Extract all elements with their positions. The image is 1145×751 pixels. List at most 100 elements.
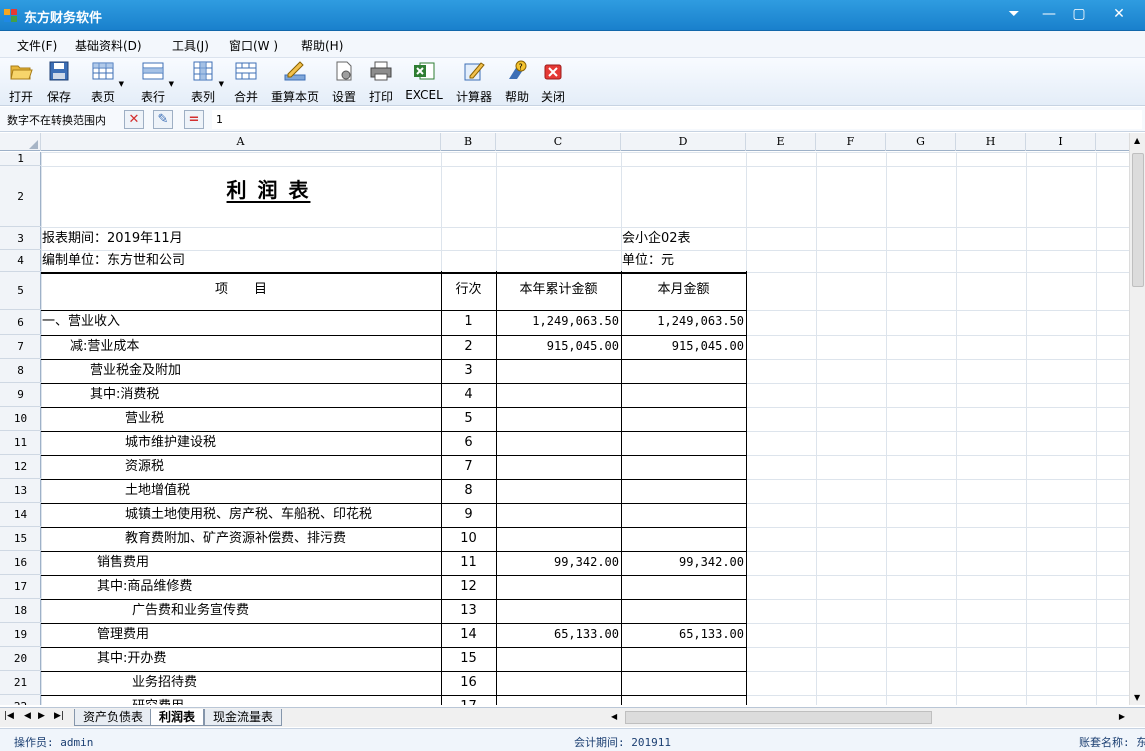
line-number-cell[interactable]: 10 (441, 527, 496, 551)
row-header[interactable]: 5 (0, 272, 41, 310)
prev-sheet-icon[interactable]: ◀ (24, 711, 31, 721)
month-amount-cell[interactable] (621, 647, 744, 671)
month-amount-cell[interactable]: 915,045.00 (621, 335, 744, 359)
vertical-scrollbar[interactable]: ▲ ▼ (1129, 133, 1145, 705)
row-header[interactable]: 17 (0, 575, 41, 599)
close-window-button[interactable]: ✕ (1103, 5, 1135, 25)
ytd-amount-cell[interactable]: 99,342.00 (496, 551, 619, 575)
row-header[interactable]: 6 (0, 310, 41, 335)
vertical-scroll-thumb[interactable] (1132, 153, 1144, 287)
column-header-c[interactable]: C (496, 133, 621, 151)
item-cell[interactable]: 营业税金及附加 (90, 359, 181, 383)
item-cell[interactable]: 城镇土地使用税、房产税、车船税、印花税 (125, 503, 372, 527)
scroll-down-icon[interactable]: ▼ (1134, 693, 1140, 702)
tab-cash-flow[interactable]: 现金流量表 (204, 709, 283, 726)
menu-file[interactable]: 文件(F) (17, 37, 57, 54)
calculator-button[interactable]: 计算器 (454, 60, 494, 104)
cancel-edit-icon[interactable]: ✕ (124, 110, 144, 129)
menu-window[interactable]: 窗口(W ) (229, 37, 278, 54)
line-number-cell[interactable]: 17 (441, 695, 496, 705)
tab-income-statement[interactable]: 利润表 (150, 709, 205, 726)
help-button[interactable]: ? 帮助 (503, 60, 531, 104)
scroll-left-icon[interactable]: ◀ (611, 712, 617, 721)
line-number-cell[interactable]: 2 (441, 335, 496, 359)
line-number-cell[interactable]: 15 (441, 647, 496, 671)
horizontal-scroll-thumb[interactable] (625, 711, 932, 724)
ytd-amount-cell[interactable] (496, 599, 619, 623)
print-button[interactable]: 打印 (367, 60, 395, 104)
row-header[interactable]: 18 (0, 599, 41, 623)
ytd-amount-cell[interactable]: 915,045.00 (496, 335, 619, 359)
column-header-e[interactable]: E (746, 133, 816, 151)
row-header[interactable]: 15 (0, 527, 41, 551)
line-number-cell[interactable]: 14 (441, 623, 496, 647)
column-header-i[interactable]: I (1026, 133, 1096, 151)
item-cell[interactable]: 减:营业成本 (70, 335, 139, 359)
item-cell[interactable]: 城市维护建设税 (125, 431, 216, 455)
month-amount-cell[interactable]: 65,133.00 (621, 623, 744, 647)
recalculate-page-button[interactable]: 重算本页 (270, 60, 320, 104)
month-amount-cell[interactable] (621, 407, 744, 431)
line-number-cell[interactable]: 12 (441, 575, 496, 599)
line-number-cell[interactable]: 9 (441, 503, 496, 527)
item-cell[interactable]: 其中:商品维修费 (97, 575, 192, 599)
row-header[interactable]: 19 (0, 623, 41, 647)
table-column-button[interactable]: 表列 ▼ (186, 60, 224, 104)
close-button[interactable]: 关闭 (539, 60, 567, 104)
ytd-amount-cell[interactable] (496, 503, 619, 527)
line-number-cell[interactable]: 1 (441, 310, 496, 334)
row-header[interactable]: 2 (0, 166, 41, 227)
item-cell[interactable]: 管理费用 (97, 623, 149, 647)
ytd-amount-cell[interactable] (496, 383, 619, 407)
month-amount-cell[interactable] (621, 527, 744, 551)
scroll-right-icon[interactable]: ▶ (1119, 712, 1125, 721)
row-header[interactable]: 13 (0, 479, 41, 503)
window-menu-button[interactable]: ⏷ (998, 5, 1030, 25)
excel-export-button[interactable]: EXCEL (404, 60, 444, 104)
formula-input[interactable]: 1 (212, 110, 1142, 129)
month-amount-cell[interactable] (621, 455, 744, 479)
column-header-b[interactable]: B (441, 133, 496, 151)
menu-tools[interactable]: 工具(J) (172, 37, 209, 54)
line-number-cell[interactable]: 7 (441, 455, 496, 479)
equals-icon[interactable]: = (184, 110, 204, 129)
ytd-amount-cell[interactable] (496, 407, 619, 431)
item-cell[interactable]: 资源税 (125, 455, 164, 479)
row-header[interactable]: 1 (0, 152, 41, 166)
row-header[interactable]: 3 (0, 227, 41, 250)
item-cell[interactable]: 营业税 (125, 407, 164, 431)
maximize-button[interactable]: ▢ (1063, 5, 1095, 25)
row-header[interactable]: 16 (0, 551, 41, 575)
next-sheet-icon[interactable]: ▶ (38, 711, 45, 721)
ytd-amount-cell[interactable] (496, 671, 619, 695)
line-number-cell[interactable]: 16 (441, 671, 496, 695)
function-icon[interactable]: ✎ (153, 110, 173, 129)
line-number-cell[interactable]: 6 (441, 431, 496, 455)
tab-balance-sheet[interactable]: 资产负债表 (74, 709, 153, 726)
select-all-corner[interactable] (0, 133, 41, 151)
month-amount-cell[interactable] (621, 383, 744, 407)
column-header-d[interactable]: D (621, 133, 746, 151)
item-cell[interactable]: 广告费和业务宣传费 (132, 599, 249, 623)
row-header[interactable]: 14 (0, 503, 41, 527)
month-amount-cell[interactable] (621, 599, 744, 623)
month-amount-cell[interactable] (621, 503, 744, 527)
row-header[interactable]: 21 (0, 671, 41, 695)
menu-help[interactable]: 帮助(H) (301, 37, 343, 54)
ytd-amount-cell[interactable] (496, 527, 619, 551)
item-cell[interactable]: 其中:消费税 (90, 383, 159, 407)
column-header-f[interactable]: F (816, 133, 886, 151)
row-header[interactable]: 22 (0, 695, 41, 705)
first-sheet-icon[interactable]: |◀ (4, 711, 14, 721)
column-header-g[interactable]: G (886, 133, 956, 151)
column-header-h[interactable]: H (956, 133, 1026, 151)
ytd-amount-cell[interactable] (496, 455, 619, 479)
item-cell[interactable]: 其中:开办费 (97, 647, 166, 671)
ytd-amount-cell[interactable] (496, 575, 619, 599)
row-header[interactable]: 10 (0, 407, 41, 431)
ytd-amount-cell[interactable] (496, 695, 619, 705)
row-header[interactable]: 20 (0, 647, 41, 671)
ytd-amount-cell[interactable]: 65,133.00 (496, 623, 619, 647)
row-header[interactable]: 7 (0, 335, 41, 359)
item-cell[interactable]: 业务招待费 (132, 671, 197, 695)
